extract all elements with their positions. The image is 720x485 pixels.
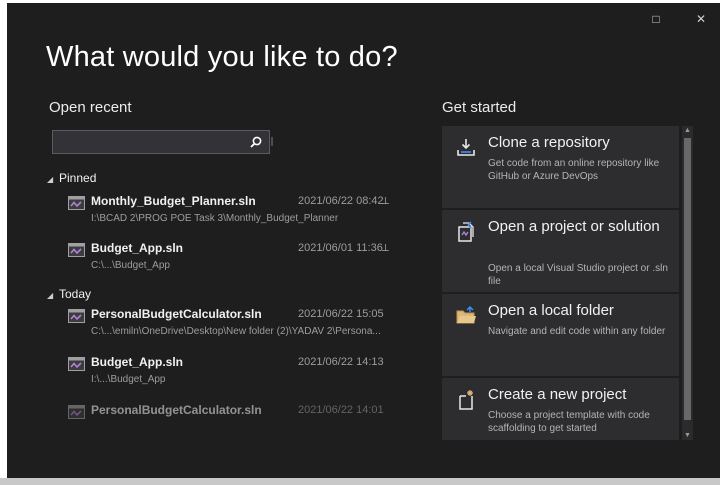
recent-item-date: 2021/06/22 08:42	[298, 195, 384, 207]
pin-icon[interactable]: ⊥	[381, 243, 390, 254]
group-header-pinned[interactable]: ◢ Pinned	[47, 171, 96, 185]
get-started-title: Get started	[442, 99, 517, 116]
card-title: Create a new project	[488, 386, 627, 403]
new-project-icon	[459, 390, 473, 410]
recent-item[interactable]: Budget_App.sln I:\...\Budget_App 2021/06…	[63, 354, 393, 394]
scroll-down-icon[interactable]: ▼	[682, 432, 693, 439]
card-title: Open a project or solution	[488, 218, 660, 235]
recent-item-name: Budget_App.sln	[91, 241, 183, 255]
recent-item-path: I:\BCAD 2\PROG POE Task 3\Monthly_Budget…	[91, 213, 339, 224]
page-title: What would you like to do?	[46, 41, 398, 73]
recent-item[interactable]: PersonalBudgetCalculator.sln 2021/06/22 …	[63, 402, 393, 442]
card-description: Choose a project template with code scaf…	[488, 410, 650, 434]
folder-icon	[456, 306, 476, 324]
card-description: Navigate and edit code within any folder	[488, 326, 666, 337]
get-started-scrollbar[interactable]: ▲ ▼	[682, 126, 693, 440]
open-folder-button[interactable]: Open a local folder Navigate and edit co…	[442, 294, 679, 376]
card-description: Open a local Visual Studio project or .s…	[488, 263, 668, 287]
card-title: Open a local folder	[488, 302, 614, 319]
recent-item[interactable]: PersonalBudgetCalculator.sln C:\...\emil…	[63, 306, 393, 346]
start-window: □ ✕ What would you like to do? Open rece…	[7, 3, 720, 478]
collapse-caret-icon: ◢	[47, 175, 54, 184]
recent-item-name: Monthly_Budget_Planner.sln	[91, 194, 256, 208]
solution-file-icon	[68, 357, 85, 371]
taskbar-strip	[0, 478, 720, 485]
recent-item-path: C:\...\Budget_App	[91, 260, 170, 271]
close-button[interactable]: ✕	[690, 9, 712, 29]
recent-item-date: 2021/06/22 14:01	[298, 404, 384, 416]
recent-item[interactable]: Budget_App.sln C:\...\Budget_App 2021/06…	[63, 240, 393, 280]
recent-item-date: 2021/06/01 11:36	[298, 242, 383, 254]
pin-icon[interactable]: ⊥	[381, 196, 390, 207]
search-options-divider	[271, 137, 273, 146]
group-header-today[interactable]: ◢ Today	[47, 287, 91, 301]
card-title: Clone a repository	[488, 134, 610, 151]
scrollbar-thumb[interactable]	[684, 138, 691, 420]
recent-item-name: PersonalBudgetCalculator.sln	[91, 403, 262, 417]
recent-item-name: PersonalBudgetCalculator.sln	[91, 307, 262, 321]
recent-item-date: 2021/06/22 15:05	[298, 308, 384, 320]
clone-icon	[457, 139, 475, 156]
collapse-caret-icon: ◢	[47, 291, 54, 300]
scroll-up-icon[interactable]: ▲	[682, 127, 693, 134]
maximize-button[interactable]: □	[645, 9, 667, 29]
recent-item-name: Budget_App.sln	[91, 355, 183, 369]
create-project-button[interactable]: Create a new project Choose a project te…	[442, 378, 679, 440]
recent-item-path: I:\...\Budget_App	[91, 374, 166, 385]
solution-file-icon	[68, 309, 85, 323]
search-input[interactable]	[52, 130, 270, 154]
open-project-icon	[458, 221, 474, 242]
open-recent-title: Open recent	[49, 99, 132, 116]
recent-item[interactable]: Monthly_Budget_Planner.sln I:\BCAD 2\PRO…	[63, 193, 393, 233]
card-description: Get code from an online repository like …	[488, 158, 660, 182]
solution-file-icon	[68, 405, 85, 419]
solution-file-icon	[68, 196, 85, 210]
recent-item-date: 2021/06/22 14:13	[298, 356, 384, 368]
open-project-button[interactable]: Open a project or solution Open a local …	[442, 210, 679, 292]
recent-item-path: C:\...\emiln\OneDrive\Desktop\New folder…	[91, 326, 381, 337]
search-icon[interactable]	[249, 135, 263, 149]
solution-file-icon	[68, 243, 85, 257]
clone-repository-button[interactable]: Clone a repository Get code from an onli…	[442, 126, 679, 208]
